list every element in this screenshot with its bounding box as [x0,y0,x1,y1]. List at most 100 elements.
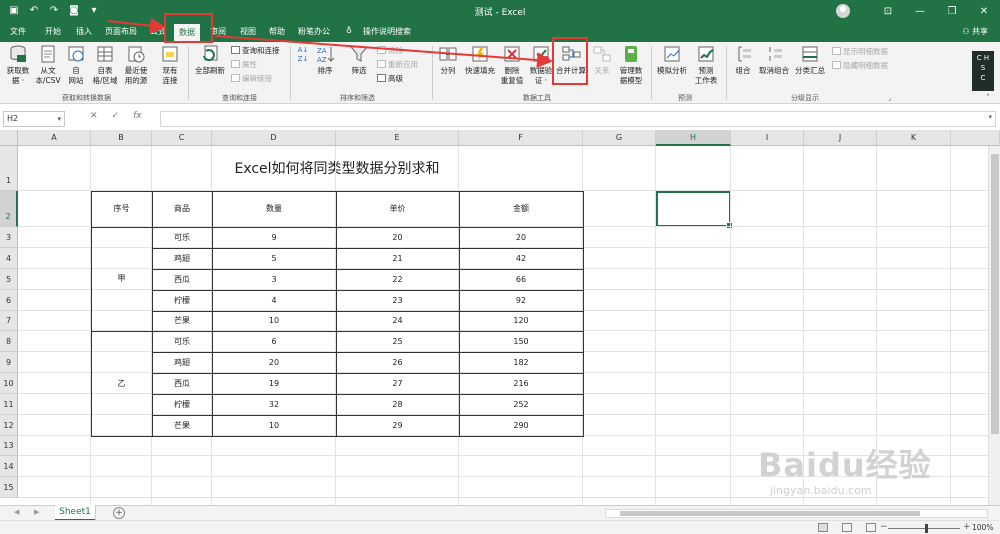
group-label-yi[interactable]: 乙 [91,331,152,436]
tab-file[interactable]: 文件 [10,26,26,37]
row-header-7[interactable]: 7 [0,311,18,331]
existing-connections-button[interactable]: 现有 连接 [157,44,183,86]
column-header-h[interactable]: H [656,130,731,146]
tab-page-layout[interactable]: 页面布局 [105,26,137,37]
ribbon-display-icon[interactable]: ⊡ [872,0,904,22]
table-cell[interactable]: 9 [212,227,336,248]
prev-sheet-icon[interactable]: ◀ [14,508,19,516]
table-cell[interactable]: 20 [212,352,336,373]
refresh-all-button[interactable]: 全部刷新 [193,44,227,76]
table-cell[interactable]: 150 [459,331,583,352]
header-price[interactable]: 单价 [336,191,459,227]
row-header-15[interactable]: 15 [0,477,18,498]
flash-fill-button[interactable]: 快速填充 [462,44,498,76]
enter-icon[interactable]: ✓ [112,111,120,121]
table-cell[interactable]: 252 [459,394,583,415]
table-cell[interactable]: 29 [336,415,459,436]
row-header-8[interactable]: 8 [0,331,18,352]
sheet-tab-sheet1[interactable]: Sheet1 [55,505,95,521]
add-sheet-icon[interactable]: + [113,507,125,519]
column-header-d[interactable]: D [212,130,336,146]
what-if-analysis-button[interactable]: 模拟分析 [655,44,689,76]
expand-formula-icon[interactable]: ▾ [988,113,992,121]
row-header-6[interactable]: 6 [0,290,18,311]
text-to-columns-button[interactable]: 分列 [436,44,460,76]
filter-button[interactable]: 筛选 [346,44,372,76]
next-sheet-icon[interactable]: ▶ [34,508,39,516]
hide-detail-button[interactable]: 隐藏明细数据 [832,60,888,71]
table-cell[interactable]: 66 [459,269,583,290]
table-cell[interactable]: 可乐 [152,227,212,248]
row-header-4[interactable]: 4 [0,248,18,269]
table-cell[interactable]: 32 [212,394,336,415]
get-data-button[interactable]: 获取数 据 · [4,44,32,86]
table-cell[interactable]: 西瓜 [152,373,212,394]
table-cell[interactable]: 182 [459,352,583,373]
tell-me-search[interactable]: 操作说明搜索 [363,26,411,37]
row-header-1[interactable]: 1 [0,146,18,191]
zoom-slider-handle[interactable] [925,524,928,533]
table-cell[interactable]: 鸡翅 [152,352,212,373]
group-label-jia[interactable]: 甲 [91,227,152,331]
data-validation-button[interactable]: 数据验 证 · [527,44,555,86]
zoom-level[interactable]: 100% [972,523,993,532]
relationships-button[interactable]: 关系 [590,44,614,76]
tab-help[interactable]: 帮助 [269,26,285,37]
column-header-i[interactable]: I [731,130,804,146]
restore-icon[interactable]: ❐ [936,0,968,22]
row-header-13[interactable]: 13 [0,436,18,456]
horizontal-scroll-thumb[interactable] [620,511,920,516]
advanced-filter-button[interactable]: 高级 [377,73,403,84]
column-header-g[interactable]: G [583,130,656,146]
column-header-f[interactable]: F [459,130,583,146]
table-cell[interactable]: 5 [212,248,336,269]
zoom-slider[interactable] [888,528,960,529]
close-icon[interactable]: ✕ [968,0,1000,22]
table-cell[interactable]: 22 [336,269,459,290]
row-header-11[interactable]: 11 [0,394,18,415]
ungroup-button[interactable]: 取消组合 [757,44,791,76]
tab-insert[interactable]: 插入 [76,26,92,37]
table-cell[interactable]: 芒果 [152,311,212,331]
header-qty[interactable]: 数量 [212,191,336,227]
row-header-5[interactable]: 5 [0,269,18,290]
table-cell[interactable]: 6 [212,331,336,352]
insert-function-icon[interactable]: fx [133,111,142,121]
table-cell[interactable]: 27 [336,373,459,394]
cancel-icon[interactable]: ✕ [90,111,98,121]
avatar[interactable] [836,4,850,18]
table-cell[interactable]: 芒果 [152,415,212,436]
share-button[interactable]: ⚇ 共享 [962,26,988,37]
horizontal-scrollbar[interactable] [605,509,988,518]
column-header-c[interactable]: C [152,130,212,146]
normal-view-icon[interactable] [818,523,828,532]
table-cell[interactable]: 20 [336,227,459,248]
row-header-14[interactable]: 14 [0,456,18,477]
table-cell[interactable]: 鸡翅 [152,248,212,269]
edit-links-button[interactable]: 编辑链接 [231,73,272,84]
queries-connections-button[interactable]: 查询和连接 [231,45,280,56]
row-header-3[interactable]: 3 [0,227,18,248]
table-cell[interactable]: 3 [212,269,336,290]
minimize-icon[interactable]: — [904,0,936,22]
row-header-12[interactable]: 12 [0,415,18,436]
table-cell[interactable]: 10 [212,415,336,436]
column-header-k[interactable]: K [877,130,951,146]
vertical-scroll-thumb[interactable] [991,154,999,434]
page-layout-view-icon[interactable] [842,523,852,532]
name-box[interactable]: H2 ▾ [3,111,65,127]
table-cell[interactable]: 4 [212,290,336,311]
table-cell[interactable]: 23 [336,290,459,311]
table-cell[interactable]: 柠檬 [152,394,212,415]
active-cell-h2[interactable] [656,191,733,229]
group-button[interactable]: 组合 [731,44,755,76]
table-cell[interactable]: 可乐 [152,331,212,352]
row-header-10[interactable]: 10 [0,373,18,394]
table-cell[interactable]: 24 [336,311,459,331]
recent-sources-button[interactable]: 最近使 用的源 [121,44,151,86]
column-header-blank[interactable] [951,130,1000,146]
zoom-in-icon[interactable]: + [963,522,971,532]
from-table-range-button[interactable]: 自表 格/区域 [90,44,120,86]
outline-dialog-launcher-icon[interactable]: ⌟ [888,93,891,104]
show-detail-button[interactable]: 显示明细数据 [832,46,888,57]
